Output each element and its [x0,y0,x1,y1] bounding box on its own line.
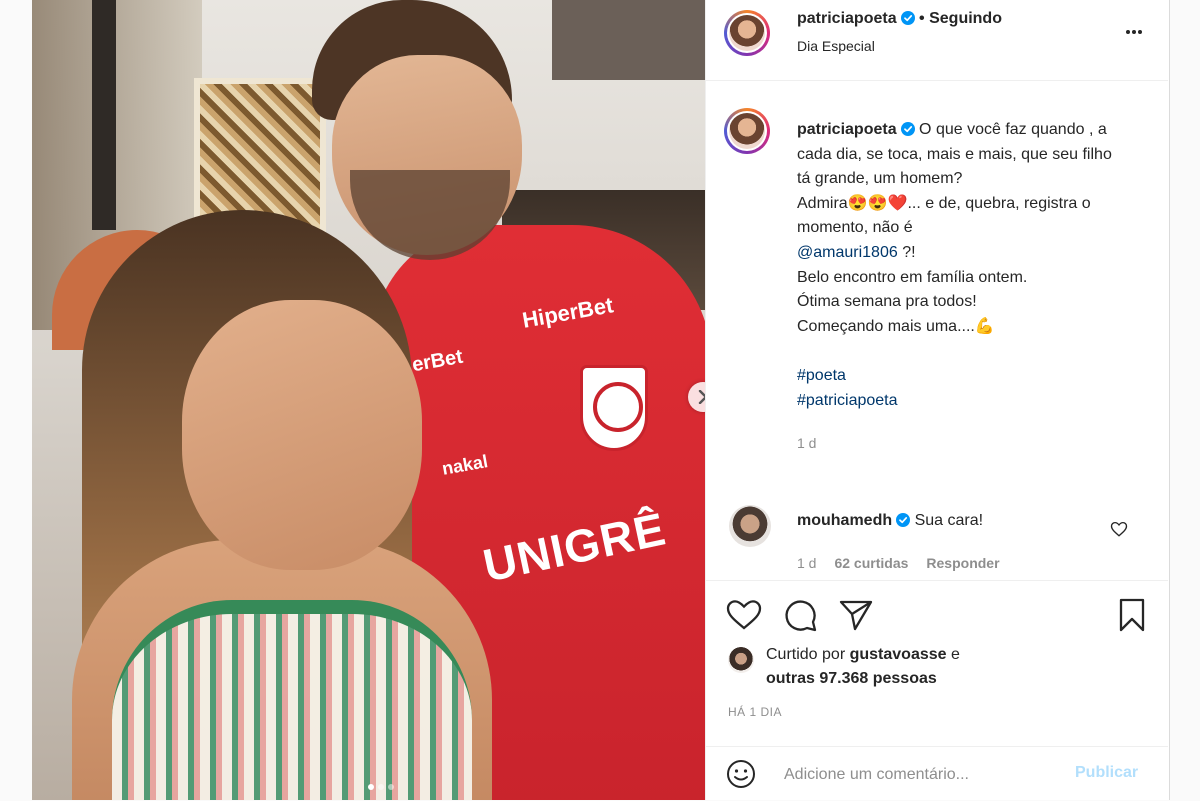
more-horizontal-icon [1126,30,1142,34]
comment-likes-count[interactable]: 62 curtidas [834,555,908,571]
caption-hashtag-patriciapoeta[interactable]: #patriciapoeta [797,392,898,409]
verified-badge-icon [900,11,915,25]
caption-username[interactable]: patriciapoeta [797,121,897,138]
caption-hashtag-poeta[interactable]: #poeta [797,367,846,384]
add-comment-bar: Publicar [706,746,1168,801]
photo-woman-face [182,300,422,570]
liker-avatar[interactable] [728,647,754,673]
carousel-dot [378,784,384,790]
likes-text: Curtido por gustavoasse e outras 97.368 … [766,643,1066,691]
publish-button[interactable]: Publicar [1075,764,1138,782]
follow-status[interactable]: • Seguindo [919,10,1002,27]
caption-mention[interactable]: @amauri1806 [797,244,898,261]
commenter-avatar[interactable] [729,505,771,547]
comment-text-line: mouhamedh Sua cara! [797,512,983,530]
comment-time[interactable]: 1 d [797,555,816,571]
comment-reply-button[interactable]: Responder [926,555,999,571]
photo-cabinet [552,0,705,80]
likes-others[interactable]: outras 97.368 pessoas [766,670,937,687]
chevron-right-icon [698,390,705,404]
more-options-button[interactable] [1122,20,1146,50]
like-heart-icon[interactable] [724,595,764,635]
comment-text: Sua cara! [914,512,984,529]
save-bookmark-icon[interactable] [1112,595,1152,635]
verified-badge-icon [900,122,915,136]
comment-meta: 1 d 62 curtidas Responder [797,555,1000,571]
carousel-dots [368,784,394,790]
commenter-username[interactable]: mouhamedh [797,512,892,529]
caption-line-5: Começando mais uma.... [797,317,975,335]
post-date[interactable]: HÁ 1 DIA [728,705,782,719]
emoji-smiley-icon[interactable] [726,759,756,789]
author-avatar[interactable] [724,10,770,56]
caption-line-3: Belo encontro em família ontem. [797,268,1028,286]
photo-pipe [92,0,116,230]
comment-input[interactable] [782,761,1066,789]
verified-badge-icon [896,513,911,527]
post-photo[interactable]: HiperBet erBet nakal UNIGRÊ [32,0,705,800]
comment-like-heart-icon[interactable] [1110,520,1128,538]
carousel-dot [368,784,374,790]
caption-line-2-prefix: Admira [797,194,848,212]
caption-time[interactable]: 1 d [797,435,816,451]
caption-text: patriciapoeta O que você faz quando , a … [797,118,1117,457]
carousel-dot [388,784,394,790]
share-send-icon[interactable] [836,595,876,635]
likes-conj: e [951,646,960,663]
comment-bubble-icon[interactable] [780,595,820,635]
liker-username[interactable]: gustavoasse [850,646,947,663]
caption-author-avatar[interactable] [724,108,770,154]
caption-line-4: Ótima semana pra todos! [797,293,977,311]
post-header: patriciapoeta • Seguindo Dia Especial [706,0,1168,81]
author-username[interactable]: patriciapoeta [797,10,897,27]
photo-shirt-crest [580,365,648,451]
likes-prefix: Curtido por [766,646,846,663]
caption-mention-suffix: ?! [897,243,916,261]
post-actions: Curtido por gustavoasse e outras 97.368 … [706,580,1168,719]
author-line: patriciapoeta • Seguindo [797,10,1002,28]
caption-emojis: 😍😍❤️ [847,194,908,212]
post-details-panel: patriciapoeta • Seguindo Dia Especial pa… [705,0,1168,800]
caption-line-5-emoji: 💪 [974,317,995,335]
post-location[interactable]: Dia Especial [797,38,875,54]
photo-woman-bikini [112,600,472,800]
